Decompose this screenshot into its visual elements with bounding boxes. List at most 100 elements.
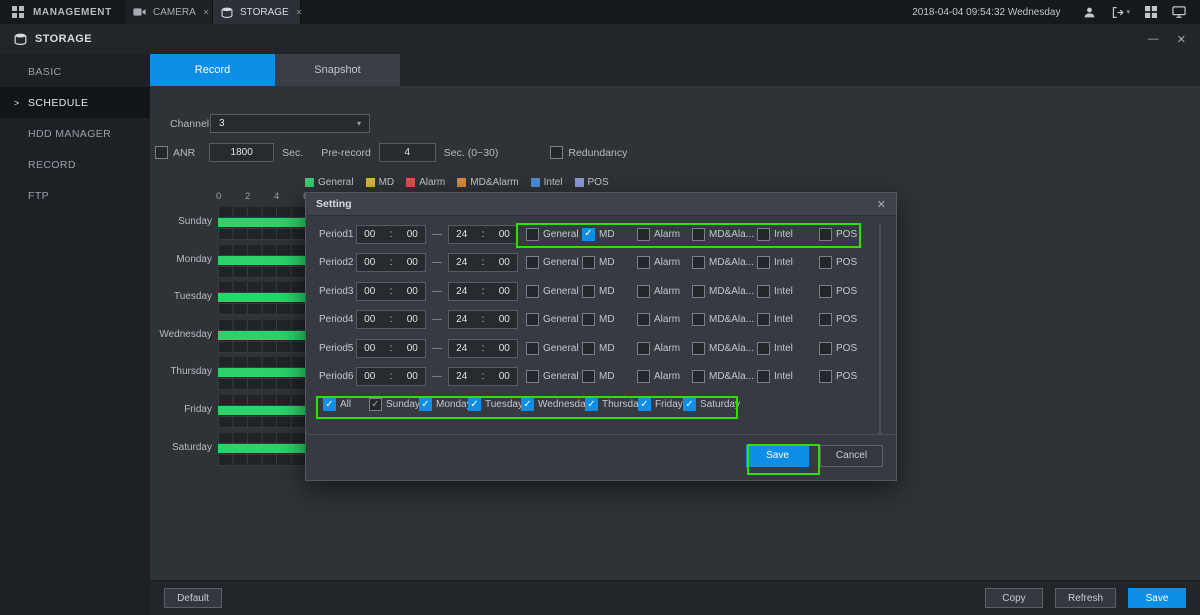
checkbox-mdalarm[interactable] (692, 342, 705, 355)
period-start-time[interactable]: 00:00 (356, 253, 426, 272)
checkbox-md[interactable] (582, 256, 595, 269)
checkbox-general[interactable] (526, 256, 539, 269)
hour-label: 0 (216, 191, 245, 203)
sidebar: > BASIC > SCHEDULE > HDD MANAGER > RECOR… (0, 54, 150, 615)
period-start-time[interactable]: 00:00 (356, 282, 426, 301)
checkbox-general[interactable] (526, 313, 539, 326)
week-checkbox[interactable] (521, 398, 534, 411)
display-icon[interactable] (1172, 6, 1186, 19)
checkbox-alarm[interactable] (637, 342, 650, 355)
period-end-time[interactable]: 24:00 (448, 225, 518, 244)
close-button[interactable]: ✕ (1177, 33, 1186, 46)
grid-icon[interactable] (1145, 6, 1157, 18)
checkbox-md[interactable] (582, 285, 595, 298)
event-checkbox-group: General MD Alarm MD&Ala... Intel POS (526, 370, 864, 383)
period-end-time[interactable]: 24:00 (448, 339, 518, 358)
checkbox-general[interactable] (526, 285, 539, 298)
checkbox-pos[interactable] (819, 370, 832, 383)
checkbox-pos[interactable] (819, 228, 832, 241)
management-menu[interactable]: MANAGEMENT (0, 0, 125, 24)
checkbox-alarm[interactable] (637, 313, 650, 326)
tab-record[interactable]: Record (150, 54, 275, 86)
prerecord-input[interactable]: 4 (379, 143, 436, 162)
period-label: Period1 (319, 229, 356, 240)
checkbox-md[interactable] (582, 228, 595, 241)
checkbox-mdalarm[interactable] (692, 256, 705, 269)
period-start-time[interactable]: 00:00 (356, 367, 426, 386)
checkbox-intel[interactable] (757, 256, 770, 269)
sidebar-item[interactable]: > SCHEDULE (0, 87, 150, 118)
checkbox-md[interactable] (582, 342, 595, 355)
checkbox-general[interactable] (526, 370, 539, 383)
save-button[interactable]: Save (1128, 588, 1186, 608)
sidebar-item[interactable]: > RECORD (0, 149, 150, 180)
sidebar-item[interactable]: > BASIC (0, 56, 150, 87)
checkbox-intel[interactable] (757, 370, 770, 383)
tab-storage[interactable]: STORAGE ✕ (213, 0, 301, 24)
checkbox-mdalarm[interactable] (692, 370, 705, 383)
minimize-button[interactable]: — (1148, 33, 1159, 46)
checkbox-alarm[interactable] (637, 370, 650, 383)
copy-button[interactable]: Copy (985, 588, 1043, 608)
week-checkbox[interactable] (419, 398, 432, 411)
dialog-title: Setting (316, 198, 352, 210)
checkbox-mdalarm[interactable] (692, 228, 705, 241)
checkbox-pos[interactable] (819, 313, 832, 326)
checkbox-intel[interactable] (757, 285, 770, 298)
window-controls: — ✕ (1148, 33, 1186, 46)
legend-color-swatch (305, 178, 314, 187)
week-checkbox[interactable] (683, 398, 696, 411)
checkbox-pos[interactable] (819, 256, 832, 269)
sidebar-item[interactable]: > FTP (0, 180, 150, 211)
tab-camera[interactable]: CAMERA ✕ (125, 0, 213, 24)
user-icon[interactable] (1083, 6, 1096, 19)
checkbox-intel[interactable] (757, 342, 770, 355)
checkbox-pos[interactable] (819, 285, 832, 298)
period-label: Period5 (319, 343, 356, 354)
period-start-time[interactable]: 00:00 (356, 339, 426, 358)
week-checkbox[interactable] (468, 398, 481, 411)
logout-icon[interactable]: ▾ (1111, 6, 1130, 19)
default-button[interactable]: Default (164, 588, 222, 608)
anr-input[interactable]: 1800 (209, 143, 274, 162)
period-start-time[interactable]: 00:00 (356, 310, 426, 329)
checkbox-alarm[interactable] (637, 256, 650, 269)
checkbox-mdalarm[interactable] (692, 313, 705, 326)
checkbox-alarm[interactable] (637, 228, 650, 241)
checkbox-md[interactable] (582, 313, 595, 326)
dialog-scrollbar[interactable] (879, 223, 881, 435)
anr-checkbox[interactable] (155, 146, 168, 159)
week-checkbox[interactable] (638, 398, 651, 411)
checkbox-pos[interactable] (819, 342, 832, 355)
checkbox-md[interactable] (582, 370, 595, 383)
dialog-cancel-button[interactable]: Cancel (820, 445, 883, 467)
checkbox-intel[interactable] (757, 228, 770, 241)
period-start-time[interactable]: 00:00 (356, 225, 426, 244)
checkbox-general[interactable] (526, 228, 539, 241)
redundancy-checkbox[interactable] (550, 146, 563, 159)
sidebar-item[interactable]: > HDD MANAGER (0, 118, 150, 149)
period-end-time[interactable]: 24:00 (448, 367, 518, 386)
caret-down-icon: ▾ (1126, 8, 1130, 16)
close-tab-icon[interactable]: ✕ (203, 8, 210, 17)
period-end-time[interactable]: 24:00 (448, 282, 518, 301)
week-checkbox[interactable] (369, 398, 382, 411)
tab-snapshot[interactable]: Snapshot (275, 54, 400, 86)
day-label: Friday (150, 404, 212, 415)
refresh-button[interactable]: Refresh (1055, 588, 1116, 608)
period-end-time[interactable]: 24:00 (448, 253, 518, 272)
dialog-save-button[interactable]: Save (746, 445, 809, 467)
checkbox-intel[interactable] (757, 313, 770, 326)
week-checkbox[interactable] (323, 398, 336, 411)
close-tab-icon[interactable]: ✕ (296, 8, 303, 17)
checkbox-mdalarm[interactable] (692, 285, 705, 298)
week-day-option: Monday (419, 398, 468, 411)
channel-select[interactable]: 3 ▾ (210, 114, 370, 133)
checkbox-alarm[interactable] (637, 285, 650, 298)
window-title: STORAGE (35, 33, 92, 45)
dialog-close-icon[interactable]: ✕ (877, 198, 886, 211)
checkbox-general[interactable] (526, 342, 539, 355)
week-checkbox[interactable] (585, 398, 598, 411)
period-label: Period4 (319, 314, 356, 325)
period-end-time[interactable]: 24:00 (448, 310, 518, 329)
